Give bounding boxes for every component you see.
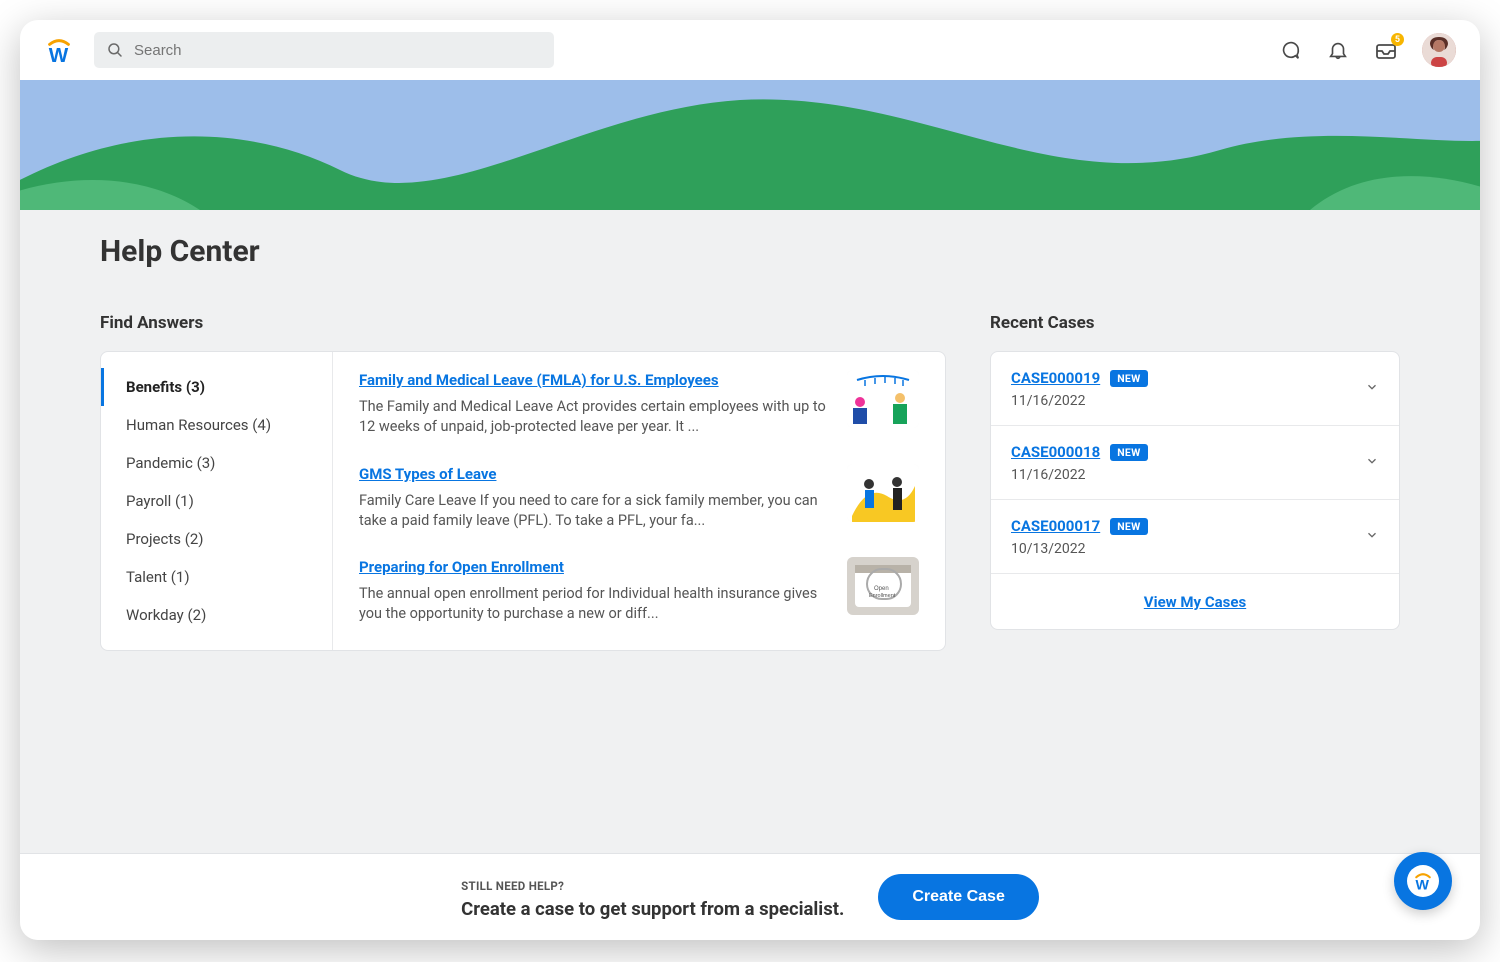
category-list: Benefits (3)Human Resources (4)Pandemic … [101,352,333,650]
chevron-down-icon [1365,379,1379,398]
chevron-down-icon [1365,527,1379,546]
topbar: W [20,20,1480,80]
workday-logo[interactable]: W [44,35,74,65]
case-badge: NEW [1110,518,1147,535]
footer: STILL NEED HELP? Create a case to get su… [20,853,1480,940]
article-thumbnail [847,464,919,522]
content: Help Center Find Answers Benefits (3)Hum… [20,210,1480,853]
case-date: 10/13/2022 [1011,541,1365,557]
article-item: Family and Medical Leave (FMLA) for U.S.… [359,370,919,438]
case-link[interactable]: CASE000018 [1011,443,1100,461]
case-date: 11/16/2022 [1011,467,1365,483]
view-my-cases-link[interactable]: View My Cases [1144,593,1246,611]
svg-text:Open: Open [874,586,889,592]
notifications-icon[interactable] [1326,38,1350,62]
inbox-icon[interactable]: 5 [1374,38,1398,62]
article-thumbnail: OpenEnrollment [847,557,919,615]
svg-text:W: W [1416,877,1430,893]
inbox-badge: 5 [1391,33,1404,46]
chevron-down-icon [1365,453,1379,472]
footer-eyebrow: STILL NEED HELP? [461,879,564,893]
article-link[interactable]: Preparing for Open Enrollment [359,558,564,576]
search-input[interactable] [134,42,542,59]
article-desc: The Family and Medical Leave Act provide… [359,397,827,438]
article-item: GMS Types of Leave Family Care Leave If y… [359,464,919,532]
case-row[interactable]: CASE000019 NEW 11/16/2022 [991,352,1399,426]
category-item[interactable]: Benefits (3) [101,368,332,406]
article-link[interactable]: Family and Medical Leave (FMLA) for U.S.… [359,371,719,389]
recent-cases-title: Recent Cases [990,313,1400,333]
footer-text: Create a case to get support from a spec… [461,898,844,920]
case-date: 11/16/2022 [1011,393,1365,409]
case-badge: NEW [1110,370,1147,387]
case-link[interactable]: CASE000017 [1011,517,1100,535]
article-desc: The annual open enrollment period for In… [359,584,827,625]
category-item[interactable]: Human Resources (4) [101,406,332,444]
article-thumbnail [847,370,919,428]
case-badge: NEW [1110,444,1147,461]
case-row[interactable]: CASE000018 NEW 11/16/2022 [991,426,1399,500]
category-item[interactable]: Talent (1) [101,558,332,596]
find-answers-title: Find Answers [100,313,946,333]
search-input-wrapper[interactable] [94,32,554,68]
avatar[interactable] [1422,33,1456,67]
svg-text:Enrollment: Enrollment [869,593,896,599]
hero-banner [20,80,1480,210]
create-case-button[interactable]: Create Case [878,874,1039,920]
article-desc: Family Care Leave If you need to care fo… [359,491,827,532]
category-item[interactable]: Payroll (1) [101,482,332,520]
category-item[interactable]: Projects (2) [101,520,332,558]
page-title: Help Center [100,234,1400,269]
case-link[interactable]: CASE000019 [1011,369,1100,387]
category-item[interactable]: Workday (2) [101,596,332,634]
case-row[interactable]: CASE000017 NEW 10/13/2022 [991,500,1399,574]
search-icon [106,41,124,59]
article-link[interactable]: GMS Types of Leave [359,465,496,483]
article-list: Family and Medical Leave (FMLA) for U.S.… [333,352,945,650]
article-item: Preparing for Open Enrollment The annual … [359,557,919,625]
svg-text:W: W [49,44,69,65]
recent-cases-card: CASE000019 NEW 11/16/2022 CASE000018 NEW 11/1… [990,351,1400,630]
chat-fab[interactable]: W [1394,852,1452,910]
find-answers-card: Benefits (3)Human Resources (4)Pandemic … [100,351,946,651]
chat-icon[interactable] [1278,38,1302,62]
category-item[interactable]: Pandemic (3) [101,444,332,482]
